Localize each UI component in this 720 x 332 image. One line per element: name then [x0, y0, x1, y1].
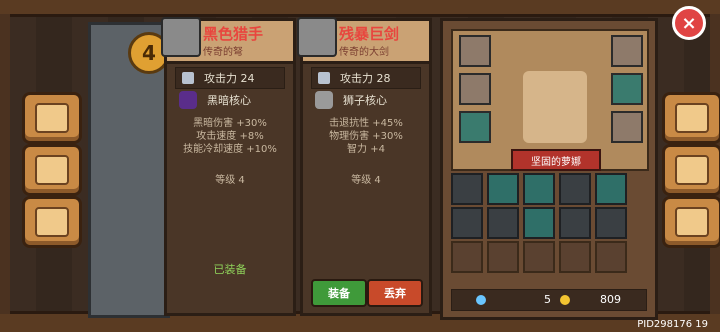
slot-armor[interactable] [611, 73, 643, 105]
weapon-subtitle: 传奇的大剑 [339, 47, 389, 58]
equipped-status: 已装备 [213, 263, 247, 276]
crafting-tab-button[interactable] [22, 144, 82, 196]
slot-ring[interactable] [459, 73, 491, 105]
inv-slot[interactable] [559, 207, 591, 239]
compare-weapon-card: 残暴巨剑 传奇的大剑 攻击力 28 狮子核心 击退抗性 +45% 物理伤害 +3… [297, 17, 432, 316]
skills-tab-button[interactable] [662, 144, 720, 196]
book-icon [35, 103, 69, 133]
top-frame [0, 0, 720, 17]
inv-slot[interactable] [523, 173, 555, 205]
dark-core-icon [179, 91, 197, 109]
core-label: 狮子核心 [343, 94, 387, 107]
left-frame [0, 14, 10, 314]
level-text: 等级 4 [351, 175, 381, 186]
book-tab-button[interactable] [22, 92, 82, 144]
attack-stat: 攻击力 24 [175, 67, 285, 89]
core-row: 狮子核心 [311, 89, 421, 111]
player-id: PID298176 19 [637, 319, 708, 330]
attr-2: 物理伤害 +30% [329, 131, 403, 142]
slot-helmet[interactable] [611, 35, 643, 67]
inv-slot-empty[interactable] [595, 241, 627, 273]
slot-boots[interactable] [459, 111, 491, 143]
swords-icon [675, 155, 709, 185]
inv-slot-empty[interactable] [559, 241, 591, 273]
inv-slot-empty[interactable] [487, 241, 519, 273]
settings-tab-button[interactable] [662, 196, 720, 248]
character-panel: 坚固的萝娜 5 809 [440, 18, 658, 320]
gem-count: 5 [544, 293, 551, 306]
weapon-title: 黑色猎手 [203, 25, 264, 43]
slot-necklace[interactable] [459, 35, 491, 67]
gold-coin-icon [560, 295, 570, 305]
chest-icon [35, 155, 69, 185]
currency-bar: 5 809 [451, 289, 647, 311]
attr-3: 智力 +4 [347, 144, 385, 155]
attack-stat: 攻击力 28 [311, 67, 421, 89]
gear-icon [675, 207, 709, 237]
hero-sprite [523, 71, 587, 143]
weapon-title: 残暴巨剑 [339, 25, 400, 43]
paw-icon [35, 207, 69, 237]
close-button[interactable]: × [672, 6, 706, 40]
inv-slot[interactable] [487, 207, 519, 239]
gem-icon [476, 295, 486, 305]
attack-label: 攻击力 28 [340, 72, 391, 85]
attr-2: 攻击速度 +8% [196, 131, 264, 142]
hero-display: 坚固的萝娜 [451, 29, 649, 171]
inv-slot[interactable] [451, 173, 483, 205]
helmet-tab-button[interactable] [662, 92, 720, 144]
core-row: 黑暗核心 [175, 89, 285, 111]
inv-slot[interactable] [451, 207, 483, 239]
attr-1: 黑暗伤害 +30% [193, 118, 267, 129]
helmet-icon [675, 103, 709, 133]
inv-slot[interactable] [595, 207, 627, 239]
level-text: 等级 4 [215, 175, 245, 186]
weapon-subtitle: 传奇的弩 [203, 47, 243, 58]
inv-slot[interactable] [595, 173, 627, 205]
inv-slot[interactable] [559, 173, 591, 205]
attr-3: 技能冷却速度 +10% [183, 144, 277, 155]
core-label: 黑暗核心 [207, 94, 251, 107]
sword-icon [182, 72, 194, 84]
hero-name: 坚固的萝娜 [511, 149, 601, 171]
equip-button[interactable]: 装备 [311, 279, 367, 307]
sword-icon [318, 72, 330, 84]
pet-tab-button[interactable] [22, 196, 82, 248]
lion-core-icon [315, 91, 333, 109]
gold-count: 809 [600, 293, 621, 306]
attr-1: 击退抗性 +45% [329, 118, 403, 129]
inv-slot-empty[interactable] [523, 241, 555, 273]
inv-slot-empty[interactable] [451, 241, 483, 273]
crossbow-icon [161, 17, 201, 57]
inv-slot[interactable] [523, 207, 555, 239]
discard-button[interactable]: 丢弃 [367, 279, 423, 307]
inv-slot[interactable] [487, 173, 519, 205]
greatsword-icon [297, 17, 337, 57]
equipped-weapon-card: 黑色猎手 传奇的弩 攻击力 24 黑暗核心 黑暗伤害 +30% 攻击速度 +8%… [161, 17, 296, 316]
attack-label: 攻击力 24 [204, 72, 255, 85]
slot-weapon[interactable] [611, 111, 643, 143]
